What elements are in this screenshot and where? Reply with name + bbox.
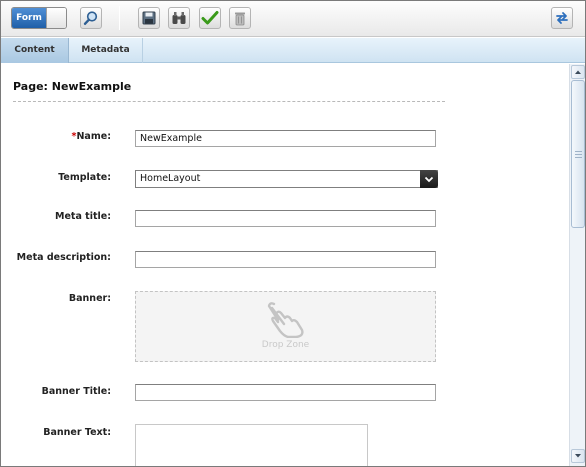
banner-drop-zone[interactable]: Drop Zone [135, 291, 436, 362]
meta-title-label: Meta title: [55, 211, 111, 222]
tab-metadata[interactable]: Metadata [69, 38, 143, 63]
form-content: Page: NewExample *Name: NewExample Templ… [1, 64, 569, 466]
search-button[interactable] [80, 7, 102, 29]
form-mode-toggle[interactable]: Form [11, 7, 67, 29]
toolbar-separator [119, 6, 120, 30]
chevron-down-icon[interactable] [420, 170, 438, 188]
title-divider [13, 101, 445, 102]
drop-zone-text: Drop Zone [261, 340, 310, 350]
swap-arrows-icon [556, 12, 568, 24]
save-button[interactable] [138, 7, 160, 29]
arrow-down-icon [575, 454, 581, 458]
refresh-button[interactable] [551, 7, 573, 29]
name-label-text: Name: [76, 131, 111, 142]
template-label: Template: [58, 172, 111, 183]
form-mode-label: Form [12, 8, 46, 28]
banner-title-input[interactable] [135, 384, 436, 401]
find-button[interactable] [168, 7, 190, 29]
banner-text-label: Banner Text: [43, 427, 111, 438]
scroll-thumb[interactable] [571, 80, 585, 228]
name-label: *Name: [72, 131, 111, 142]
magnifier-icon [83, 11, 98, 26]
template-selected-value: HomeLayout [140, 173, 201, 184]
banner-text-area[interactable] [135, 424, 368, 466]
checkmark-icon [201, 11, 219, 25]
name-input[interactable]: NewExample [135, 130, 436, 147]
scroll-up-button[interactable] [571, 65, 585, 79]
meta-title-input[interactable] [135, 210, 436, 227]
template-select[interactable]: HomeLayout [135, 170, 438, 188]
scroll-down-button[interactable] [571, 449, 585, 463]
delete-button[interactable] [229, 7, 251, 29]
meta-description-label: Meta description: [16, 252, 111, 263]
editor-window: Form Content Metadata Page: NewExample *… [0, 0, 586, 467]
tab-content[interactable]: Content [1, 38, 69, 63]
trash-can-icon [235, 12, 245, 25]
arrow-up-icon [575, 70, 581, 74]
toolbar: Form [1, 1, 585, 37]
hand-pointer-icon [267, 302, 304, 338]
floppy-disk-icon [142, 11, 156, 25]
toggle-knob [46, 8, 66, 28]
vertical-scrollbar[interactable] [569, 64, 585, 466]
approve-button[interactable] [199, 7, 221, 29]
banner-title-label: Banner Title: [41, 386, 111, 397]
meta-description-input[interactable] [135, 251, 436, 268]
binoculars-icon [172, 12, 186, 24]
banner-label: Banner: [68, 293, 111, 304]
page-title: Page: NewExample [13, 80, 132, 93]
tab-bar: Content Metadata [1, 38, 585, 63]
